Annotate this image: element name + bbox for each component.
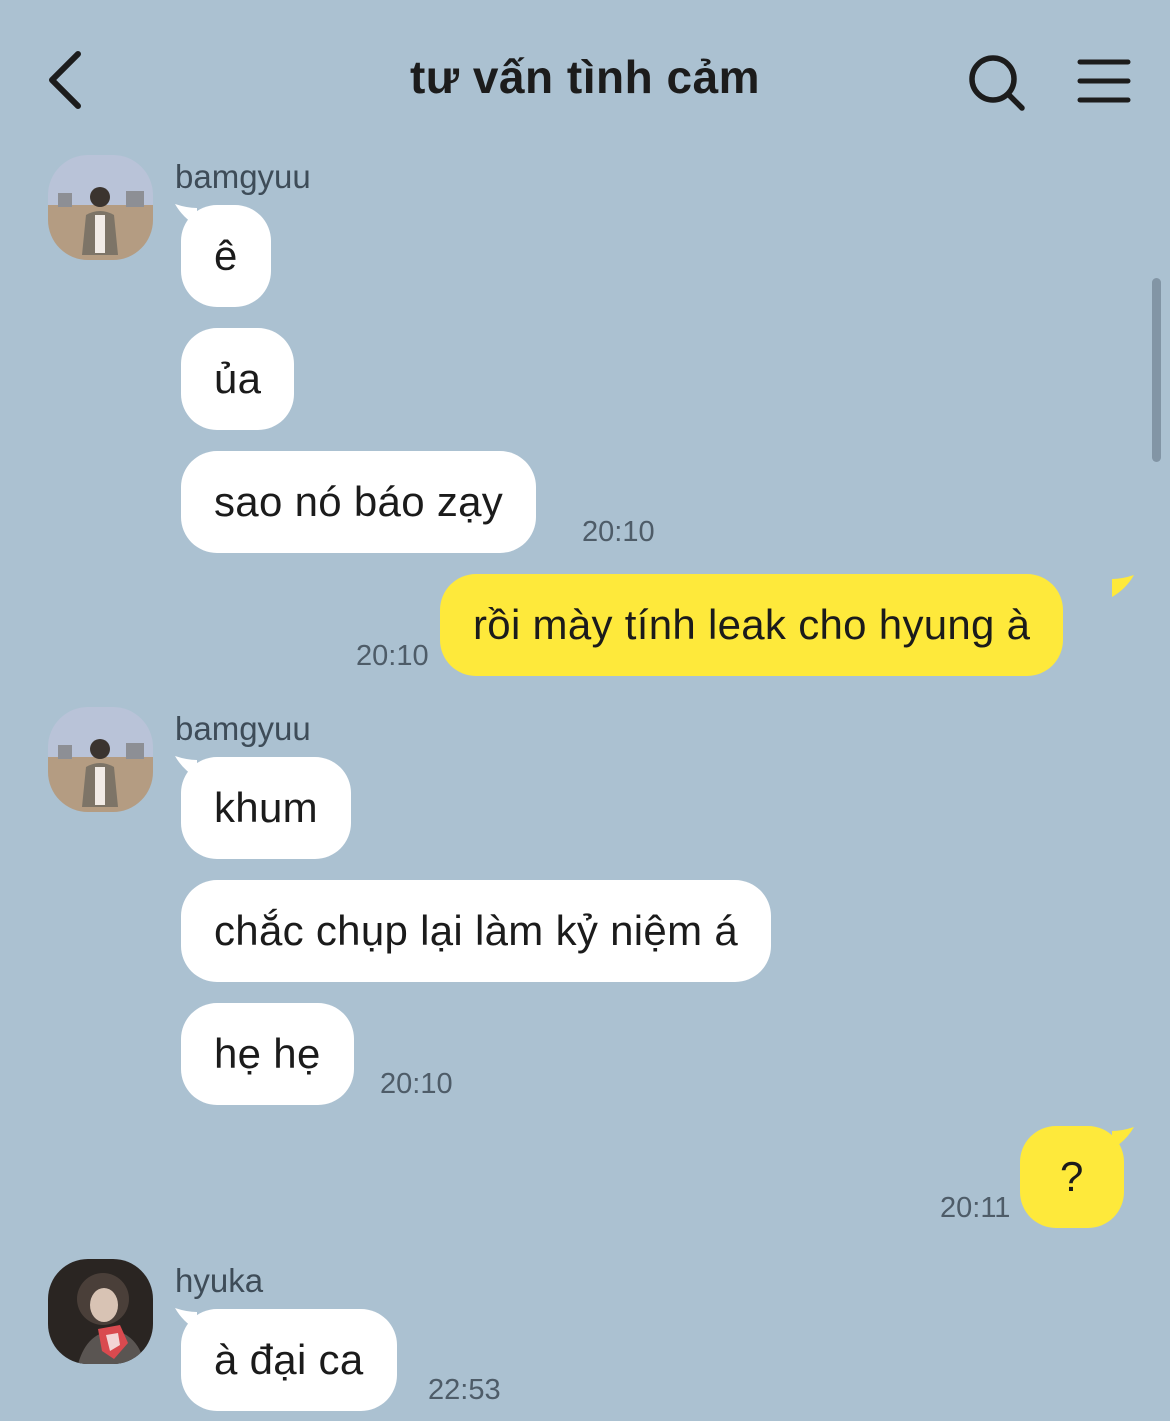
search-button[interactable] [962,48,1034,120]
message-bubble-outgoing[interactable]: ? [1020,1126,1124,1228]
back-button[interactable] [38,46,98,114]
chat-title: tư vấn tình cảm [409,51,761,103]
message-timestamp: 22:53 [428,1374,501,1406]
sender-name: bamgyuu [175,710,311,747]
message-bubble[interactable]: ủa [181,328,295,430]
message-bubble[interactable]: khum [181,757,351,859]
avatar-bamgyuu[interactable] [48,707,153,812]
chevron-left-icon [49,51,81,109]
message-bubble[interactable]: à đại ca [181,1309,397,1411]
search-icon [969,55,1025,111]
hamburger-menu-icon [1077,59,1131,103]
message-bubble[interactable]: sao nó báo zạy [181,451,537,553]
message-bubble[interactable]: chắc chụp lại làm kỷ niệm á [181,880,771,982]
message-bubble[interactable]: ê [181,205,271,307]
menu-button[interactable] [1072,52,1136,112]
sender-name: bamgyuu [175,158,311,195]
avatar-bamgyuu[interactable] [48,155,153,260]
message-timestamp: 20:10 [356,640,429,672]
message-timestamp: 20:10 [380,1068,453,1100]
message-timestamp: 20:10 [582,516,655,548]
message-timestamp: 20:11 [940,1192,1011,1224]
bubble-tail [1112,575,1134,597]
message-bubble-outgoing[interactable]: rồi mày tính leak cho hyung à [440,574,1064,676]
sender-name: hyuka [175,1262,264,1299]
message-bubble[interactable]: hẹ hẹ [181,1003,354,1105]
bubble-tail [1112,1127,1134,1149]
avatar-hyuka[interactable] [48,1259,153,1364]
chat-header: tư vấn tình cảm [0,0,1170,160]
scrollbar[interactable] [1152,278,1161,462]
